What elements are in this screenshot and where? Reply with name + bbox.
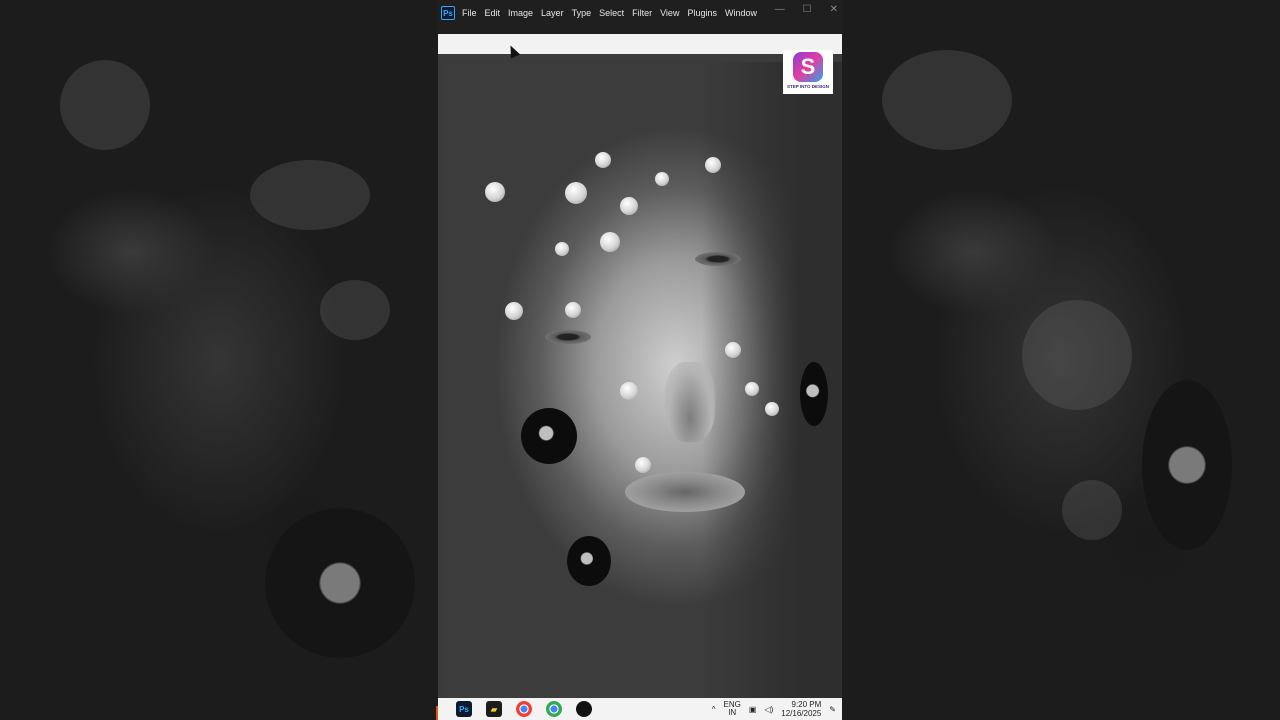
sequin bbox=[620, 382, 638, 400]
sequin bbox=[565, 302, 581, 318]
sequin bbox=[705, 157, 721, 173]
menu-image[interactable]: Image bbox=[508, 8, 533, 18]
sequin bbox=[620, 197, 638, 215]
sticky-notes-icon[interactable]: ▰ bbox=[486, 701, 502, 717]
notification-icon[interactable]: ✎ bbox=[829, 705, 836, 714]
blurred-background-right bbox=[842, 0, 1280, 720]
portrait-photo bbox=[445, 62, 842, 698]
dark-sequin bbox=[800, 362, 828, 426]
menu-plugins[interactable]: Plugins bbox=[687, 8, 717, 18]
clock[interactable]: 9:20 PM 12/16/2025 bbox=[781, 700, 821, 718]
clock-date: 12/16/2025 bbox=[781, 709, 822, 718]
chevron-up-icon[interactable]: ^ bbox=[712, 705, 716, 714]
language-region: IN bbox=[728, 708, 737, 717]
sequin bbox=[565, 182, 587, 204]
sequin bbox=[745, 382, 759, 396]
menu-type[interactable]: Type bbox=[572, 8, 592, 18]
window-controls: — ☐ ✕ bbox=[775, 0, 838, 18]
menu-edit[interactable]: Edit bbox=[485, 8, 501, 18]
clock-time: 9:20 PM bbox=[791, 700, 822, 709]
close-icon[interactable]: ✕ bbox=[830, 4, 838, 15]
photoshop-window: Ps File Edit Image Layer Type Select Fil… bbox=[438, 0, 842, 720]
sequin bbox=[555, 242, 569, 256]
sequin bbox=[655, 172, 669, 186]
sequin bbox=[595, 152, 611, 168]
menu-filter[interactable]: Filter bbox=[632, 8, 652, 18]
menu-select[interactable]: Select bbox=[599, 8, 624, 18]
sequin bbox=[600, 232, 620, 252]
options-bar[interactable] bbox=[438, 34, 842, 54]
sequin bbox=[765, 402, 779, 416]
sequin bbox=[505, 302, 523, 320]
menu-layer[interactable]: Layer bbox=[541, 8, 564, 18]
menu-file[interactable]: File bbox=[462, 8, 477, 18]
menu-view[interactable]: View bbox=[660, 8, 679, 18]
dark-sequin bbox=[567, 536, 611, 586]
photo-mouth bbox=[625, 472, 745, 512]
sequin bbox=[725, 342, 741, 358]
photo-nose bbox=[665, 362, 715, 442]
sequin bbox=[635, 457, 651, 473]
chrome-profile-icon[interactable] bbox=[546, 701, 562, 717]
photoshop-logo-icon[interactable]: Ps bbox=[441, 6, 455, 20]
language-indicator[interactable]: ENG IN bbox=[724, 701, 741, 717]
app-icon[interactable] bbox=[576, 701, 592, 717]
sequin bbox=[485, 182, 505, 202]
brand-text: STEP INTO DESIGN bbox=[786, 84, 830, 89]
volume-icon[interactable]: ◁) bbox=[764, 705, 773, 714]
minimize-icon[interactable]: — bbox=[775, 4, 785, 15]
photo-eye-right bbox=[695, 252, 741, 266]
blurred-background-left bbox=[0, 0, 438, 720]
dark-sequin bbox=[521, 408, 577, 464]
brand-logo: S STEP INTO DESIGN bbox=[783, 50, 833, 94]
system-tray: ^ ENG IN ▣ ◁) 9:20 PM 12/16/2025 ✎ bbox=[712, 698, 836, 720]
document-canvas-area[interactable] bbox=[438, 54, 842, 698]
taskbar: Ps ▰ ^ ENG IN ▣ ◁) 9:20 PM 12/16/2025 ✎ bbox=[438, 698, 842, 720]
chrome-icon[interactable] bbox=[516, 701, 532, 717]
maximize-icon[interactable]: ☐ bbox=[803, 4, 812, 15]
network-icon[interactable]: ▣ bbox=[749, 705, 757, 714]
menu-bar: Ps File Edit Image Layer Type Select Fil… bbox=[438, 0, 842, 26]
menu-window[interactable]: Window bbox=[725, 8, 757, 18]
photoshop-taskbar-icon[interactable]: Ps bbox=[456, 701, 472, 717]
photo-eye-left bbox=[545, 330, 591, 344]
brand-s-icon: S bbox=[793, 52, 823, 82]
